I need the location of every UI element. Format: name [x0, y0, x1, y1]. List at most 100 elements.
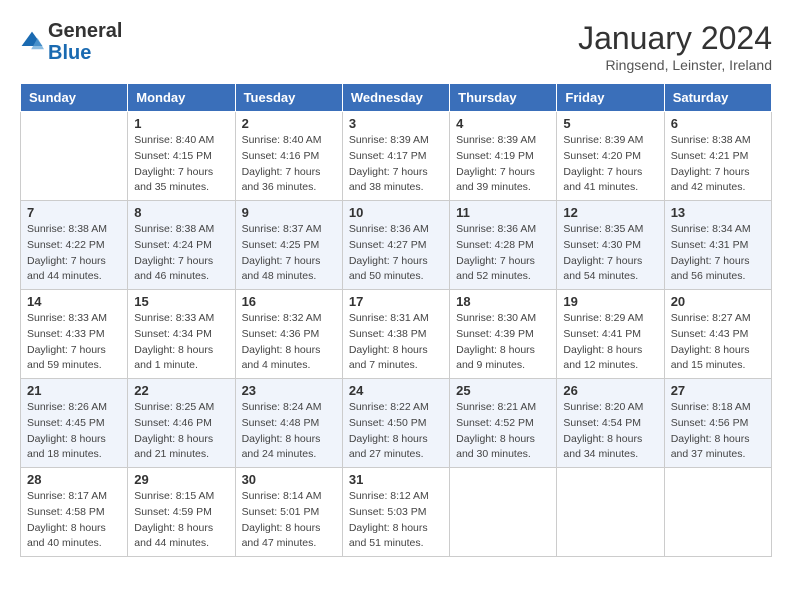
- calendar-cell: 26 Sunrise: 8:20 AM Sunset: 4:54 PM Dayli…: [557, 379, 664, 468]
- day-number: 29: [134, 472, 228, 487]
- calendar-cell: 31 Sunrise: 8:12 AM Sunset: 5:03 PM Dayli…: [342, 468, 449, 557]
- day-info: Sunrise: 8:40 AM Sunset: 4:15 PM Dayligh…: [134, 133, 228, 196]
- day-info: Sunrise: 8:32 AM Sunset: 4:36 PM Dayligh…: [242, 311, 336, 374]
- calendar-table: SundayMondayTuesdayWednesdayThursdayFrid…: [20, 83, 772, 557]
- calendar-cell: 17Sunrise: 8:31 AM Sunset: 4:38 PM Dayli…: [342, 290, 449, 379]
- weekday-header: Wednesday: [342, 84, 449, 112]
- calendar-cell: [664, 468, 771, 557]
- calendar-cell: 15 Sunrise: 8:33 AM Sunset: 4:34 PM Dayli…: [128, 290, 235, 379]
- weekday-header: Friday: [557, 84, 664, 112]
- calendar-cell: 11Sunrise: 8:36 AM Sunset: 4:28 PM Dayli…: [450, 201, 557, 290]
- day-number: 22: [134, 383, 228, 398]
- calendar-cell: 9 Sunrise: 8:37 AM Sunset: 4:25 PM Daylig…: [235, 201, 342, 290]
- day-info: Sunrise: 8:36 AM Sunset: 4:27 PM Dayligh…: [349, 222, 443, 285]
- month-title: January 2024: [578, 20, 772, 57]
- day-info: Sunrise: 8:20 AM Sunset: 4:54 PM Dayligh…: [563, 400, 657, 463]
- day-number: 10: [349, 205, 443, 220]
- calendar-cell: 16 Sunrise: 8:32 AM Sunset: 4:36 PM Dayli…: [235, 290, 342, 379]
- day-info: Sunrise: 8:40 AM Sunset: 4:16 PM Dayligh…: [242, 133, 336, 196]
- logo-text: General Blue: [48, 20, 122, 64]
- day-number: 28: [27, 472, 121, 487]
- day-info: Sunrise: 8:15 AM Sunset: 4:59 PM Dayligh…: [134, 489, 228, 552]
- day-number: 2: [242, 116, 336, 131]
- calendar-cell: 28Sunrise: 8:17 AM Sunset: 4:58 PM Dayli…: [21, 468, 128, 557]
- calendar-body: 1 Sunrise: 8:40 AM Sunset: 4:15 PM Daylig…: [21, 112, 772, 557]
- calendar-row: 28Sunrise: 8:17 AM Sunset: 4:58 PM Dayli…: [21, 468, 772, 557]
- day-number: 11: [456, 205, 550, 220]
- day-info: Sunrise: 8:12 AM Sunset: 5:03 PM Dayligh…: [349, 489, 443, 552]
- day-info: Sunrise: 8:26 AM Sunset: 4:45 PM Dayligh…: [27, 400, 121, 463]
- day-info: Sunrise: 8:24 AM Sunset: 4:48 PM Dayligh…: [242, 400, 336, 463]
- day-info: Sunrise: 8:21 AM Sunset: 4:52 PM Dayligh…: [456, 400, 550, 463]
- day-number: 18: [456, 294, 550, 309]
- calendar-cell: [21, 112, 128, 201]
- day-number: 20: [671, 294, 765, 309]
- day-number: 12: [563, 205, 657, 220]
- day-info: Sunrise: 8:22 AM Sunset: 4:50 PM Dayligh…: [349, 400, 443, 463]
- day-info: Sunrise: 8:29 AM Sunset: 4:41 PM Dayligh…: [563, 311, 657, 374]
- day-info: Sunrise: 8:39 AM Sunset: 4:19 PM Dayligh…: [456, 133, 550, 196]
- day-number: 16: [242, 294, 336, 309]
- day-number: 25: [456, 383, 550, 398]
- day-number: 15: [134, 294, 228, 309]
- calendar-cell: [557, 468, 664, 557]
- day-info: Sunrise: 8:18 AM Sunset: 4:56 PM Dayligh…: [671, 400, 765, 463]
- weekday-header: Tuesday: [235, 84, 342, 112]
- logo-icon: [20, 30, 44, 54]
- day-info: Sunrise: 8:30 AM Sunset: 4:39 PM Dayligh…: [456, 311, 550, 374]
- day-info: Sunrise: 8:31 AM Sunset: 4:38 PM Dayligh…: [349, 311, 443, 374]
- day-info: Sunrise: 8:27 AM Sunset: 4:43 PM Dayligh…: [671, 311, 765, 374]
- day-info: Sunrise: 8:25 AM Sunset: 4:46 PM Dayligh…: [134, 400, 228, 463]
- day-info: Sunrise: 8:14 AM Sunset: 5:01 PM Dayligh…: [242, 489, 336, 552]
- calendar-cell: 21 Sunrise: 8:26 AM Sunset: 4:45 PM Dayli…: [21, 379, 128, 468]
- calendar-cell: 24 Sunrise: 8:22 AM Sunset: 4:50 PM Dayli…: [342, 379, 449, 468]
- calendar-cell: 13Sunrise: 8:34 AM Sunset: 4:31 PM Dayli…: [664, 201, 771, 290]
- day-number: 6: [671, 116, 765, 131]
- calendar-cell: 3 Sunrise: 8:39 AM Sunset: 4:17 PM Daylig…: [342, 112, 449, 201]
- day-number: 5: [563, 116, 657, 131]
- day-number: 7: [27, 205, 121, 220]
- calendar-cell: 27 Sunrise: 8:18 AM Sunset: 4:56 PM Dayli…: [664, 379, 771, 468]
- day-number: 24: [349, 383, 443, 398]
- day-info: Sunrise: 8:34 AM Sunset: 4:31 PM Dayligh…: [671, 222, 765, 285]
- day-number: 26: [563, 383, 657, 398]
- weekday-header: Thursday: [450, 84, 557, 112]
- calendar-cell: 19 Sunrise: 8:29 AM Sunset: 4:41 PM Dayli…: [557, 290, 664, 379]
- calendar-row: 21 Sunrise: 8:26 AM Sunset: 4:45 PM Dayli…: [21, 379, 772, 468]
- day-info: Sunrise: 8:39 AM Sunset: 4:17 PM Dayligh…: [349, 133, 443, 196]
- calendar-cell: [450, 468, 557, 557]
- calendar-cell: 25 Sunrise: 8:21 AM Sunset: 4:52 PM Dayli…: [450, 379, 557, 468]
- day-number: 31: [349, 472, 443, 487]
- calendar-cell: 29 Sunrise: 8:15 AM Sunset: 4:59 PM Dayli…: [128, 468, 235, 557]
- weekday-header: Monday: [128, 84, 235, 112]
- day-number: 1: [134, 116, 228, 131]
- day-info: Sunrise: 8:37 AM Sunset: 4:25 PM Dayligh…: [242, 222, 336, 285]
- day-number: 9: [242, 205, 336, 220]
- calendar-cell: 10 Sunrise: 8:36 AM Sunset: 4:27 PM Dayli…: [342, 201, 449, 290]
- day-info: Sunrise: 8:35 AM Sunset: 4:30 PM Dayligh…: [563, 222, 657, 285]
- logo-general: General: [48, 20, 122, 42]
- calendar-cell: 5 Sunrise: 8:39 AM Sunset: 4:20 PM Daylig…: [557, 112, 664, 201]
- day-info: Sunrise: 8:33 AM Sunset: 4:34 PM Dayligh…: [134, 311, 228, 374]
- day-number: 3: [349, 116, 443, 131]
- day-number: 8: [134, 205, 228, 220]
- day-number: 27: [671, 383, 765, 398]
- day-info: Sunrise: 8:38 AM Sunset: 4:22 PM Dayligh…: [27, 222, 121, 285]
- day-info: Sunrise: 8:39 AM Sunset: 4:20 PM Dayligh…: [563, 133, 657, 196]
- day-number: 23: [242, 383, 336, 398]
- day-number: 19: [563, 294, 657, 309]
- day-number: 21: [27, 383, 121, 398]
- logo-blue: Blue: [48, 42, 91, 64]
- calendar-cell: 18 Sunrise: 8:30 AM Sunset: 4:39 PM Dayli…: [450, 290, 557, 379]
- weekday-header: Sunday: [21, 84, 128, 112]
- header: General Blue January 2024 Ringsend, Lein…: [20, 20, 772, 73]
- calendar-cell: 1 Sunrise: 8:40 AM Sunset: 4:15 PM Daylig…: [128, 112, 235, 201]
- calendar-row: 1 Sunrise: 8:40 AM Sunset: 4:15 PM Daylig…: [21, 112, 772, 201]
- calendar-cell: 4Sunrise: 8:39 AM Sunset: 4:19 PM Daylig…: [450, 112, 557, 201]
- day-number: 14: [27, 294, 121, 309]
- weekday-header: Saturday: [664, 84, 771, 112]
- logo: General Blue: [20, 20, 122, 64]
- day-info: Sunrise: 8:33 AM Sunset: 4:33 PM Dayligh…: [27, 311, 121, 374]
- calendar-cell: 23 Sunrise: 8:24 AM Sunset: 4:48 PM Dayli…: [235, 379, 342, 468]
- calendar-cell: 12 Sunrise: 8:35 AM Sunset: 4:30 PM Dayli…: [557, 201, 664, 290]
